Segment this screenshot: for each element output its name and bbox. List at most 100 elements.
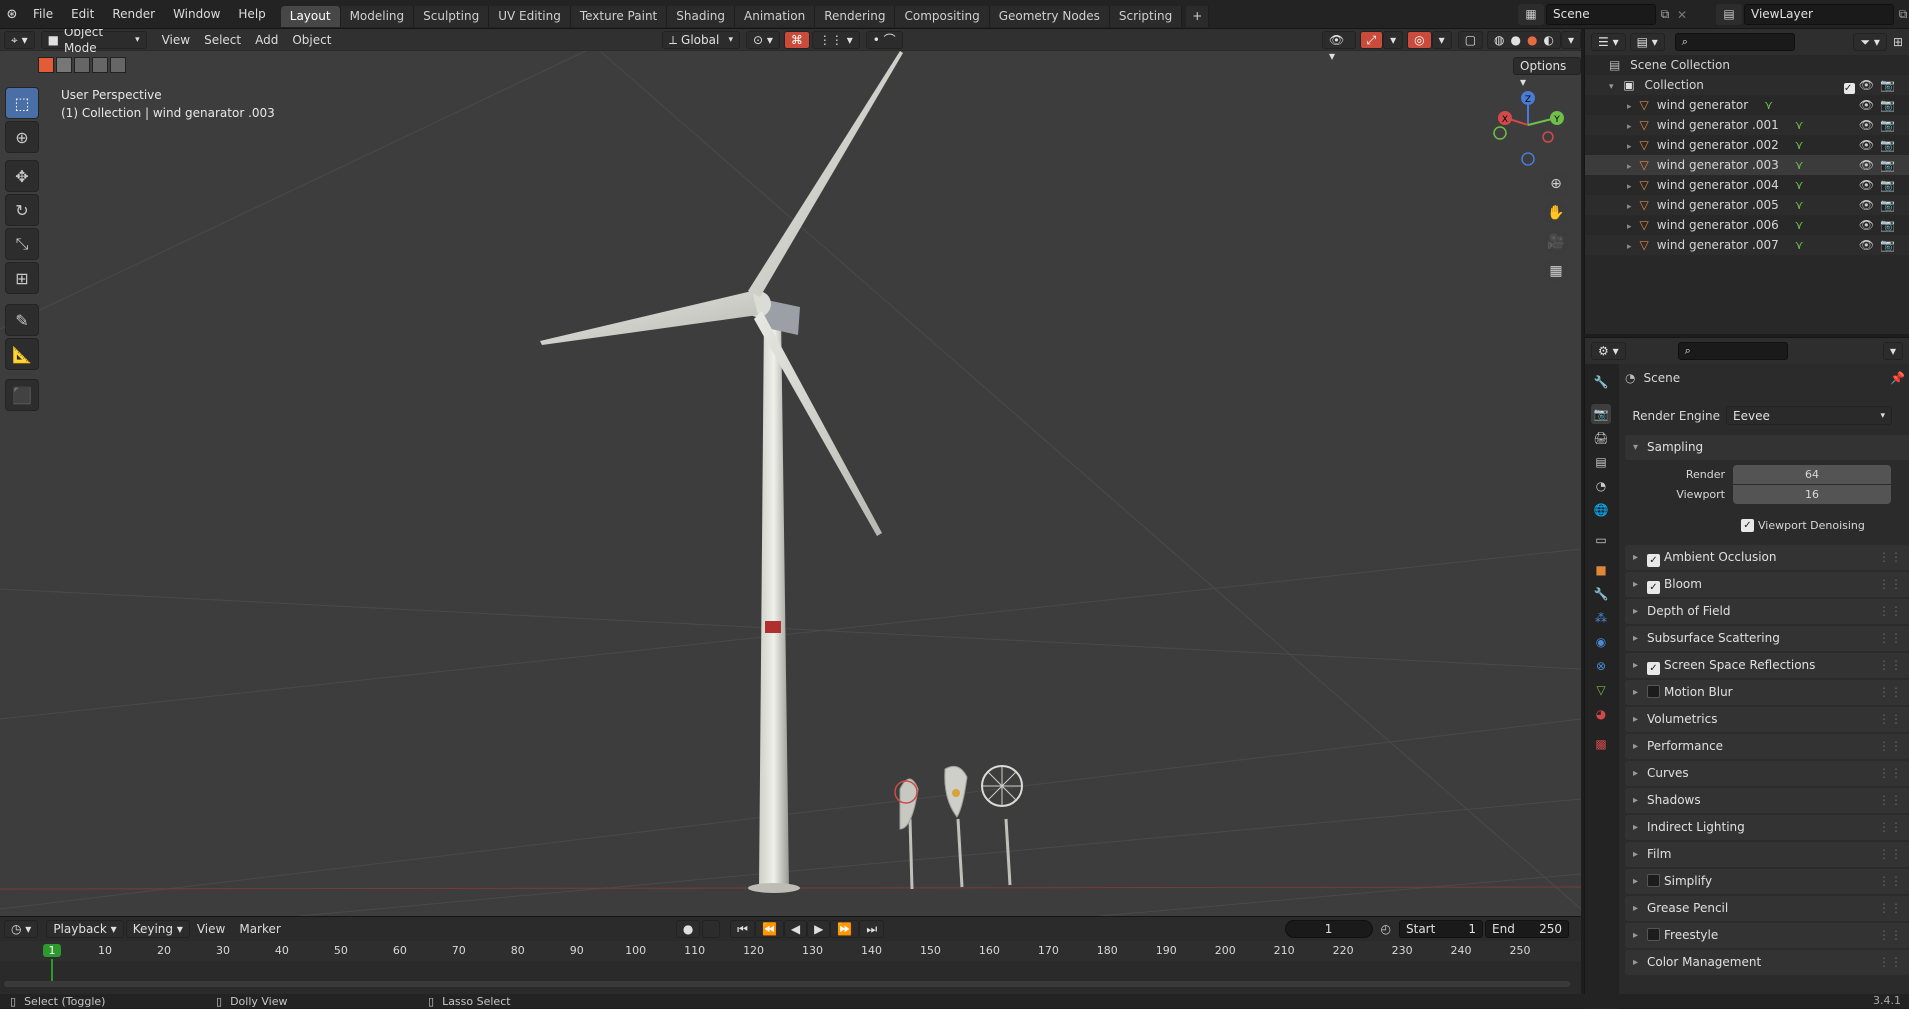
- tool-measure[interactable]: 📐: [5, 338, 39, 370]
- object-visibility-icons[interactable]: 👁📷: [1859, 135, 1901, 155]
- 3d-viewport[interactable]: ⌖ ▾ ■ Object Mode ▾ View Select Add Obje…: [0, 29, 1581, 916]
- panel-enable-checkbox[interactable]: ✓: [1647, 581, 1660, 594]
- auto-key-options-icon[interactable]: [702, 920, 721, 938]
- select-subtract-icon[interactable]: [74, 57, 90, 73]
- panel-freestyle[interactable]: ▸ Freestyle ⋮⋮: [1625, 923, 1909, 948]
- menu-object[interactable]: Object: [285, 31, 338, 49]
- outliner-search-input[interactable]: ⌕: [1674, 33, 1795, 51]
- mesh-data-icon[interactable]: ⋎: [1795, 198, 1804, 212]
- pin-icon[interactable]: 📌: [1890, 371, 1905, 385]
- blender-logo-icon[interactable]: ⊛: [0, 7, 24, 22]
- render-tab-icon[interactable]: 📷: [1591, 404, 1611, 424]
- next-keyframe-icon[interactable]: ⏩: [830, 920, 860, 938]
- view-layer-name-field[interactable]: ViewLayer: [1744, 4, 1894, 25]
- drag-handle-icon[interactable]: ⋮⋮: [1878, 896, 1902, 921]
- render-engine-dropdown[interactable]: Eevee ▾: [1726, 406, 1892, 425]
- outliner-scene-collection[interactable]: ▤ Scene Collection: [1585, 55, 1909, 75]
- playhead-line[interactable]: [51, 959, 53, 981]
- expand-chevron-icon[interactable]: ▸: [1627, 222, 1632, 232]
- filter-icon[interactable]: ⏷ ▾: [1853, 33, 1887, 51]
- outliner-object-row[interactable]: ▸ ▽ wind generator .001 ⋎ 👁📷: [1585, 115, 1909, 135]
- play-reverse-icon[interactable]: ◀: [783, 920, 808, 938]
- menu-window[interactable]: Window: [164, 0, 229, 29]
- drag-handle-icon[interactable]: ⋮⋮: [1878, 734, 1902, 759]
- timeline-scrollbar[interactable]: [4, 981, 1570, 987]
- object-visibility-icons[interactable]: 👁📷: [1859, 195, 1901, 215]
- shading-options-button[interactable]: ▾: [1560, 31, 1581, 49]
- menu-select[interactable]: Select: [197, 31, 248, 49]
- pivot-point-button[interactable]: ⊙ ▾: [746, 31, 780, 49]
- ortho-grid-icon[interactable]: ▦: [1543, 258, 1569, 284]
- tab-modeling[interactable]: Modeling: [340, 6, 415, 27]
- panel-depth-of-field[interactable]: ▸ Depth of Field ⋮⋮: [1625, 599, 1909, 624]
- panel-color-management[interactable]: ▸ Color Management ⋮⋮: [1625, 950, 1909, 975]
- output-tab-icon[interactable]: 🖨: [1591, 428, 1611, 448]
- select-new-icon[interactable]: [38, 57, 54, 73]
- gizmo-options-button[interactable]: ▾: [1383, 31, 1404, 49]
- overlay-options-button[interactable]: ▾: [1431, 31, 1452, 49]
- object-visibility-icons[interactable]: 👁📷: [1859, 215, 1901, 235]
- properties-editor-type-button[interactable]: ⚙ ▾: [1591, 342, 1626, 360]
- tab-layout[interactable]: Layout: [280, 6, 341, 27]
- sampling-panel-header[interactable]: ▾ Sampling: [1625, 435, 1909, 460]
- timeline-editor-type-button[interactable]: ◷ ▾: [4, 920, 39, 938]
- properties-search-input[interactable]: ⌕: [1677, 342, 1788, 360]
- camera-icon[interactable]: 🎥: [1543, 229, 1569, 255]
- copy-view-layer-icon[interactable]: ⧉: [1894, 7, 1909, 22]
- panel-ambient-occlusion[interactable]: ▸ ✓ Ambient Occlusion ⋮⋮: [1625, 545, 1909, 570]
- particles-tab-icon[interactable]: ⁂: [1591, 608, 1611, 628]
- navigation-gizmo[interactable]: Z X Y: [1490, 87, 1570, 167]
- new-collection-icon[interactable]: ⊞: [1893, 35, 1903, 49]
- panel-grease-pencil[interactable]: ▸ Grease Pencil ⋮⋮: [1625, 896, 1909, 921]
- view-layer-icon[interactable]: ▤: [1716, 4, 1742, 25]
- proportional-edit-button[interactable]: • ⌒: [865, 31, 903, 49]
- tab-uv-editing[interactable]: UV Editing: [489, 6, 571, 27]
- xray-button[interactable]: ▢: [1457, 31, 1484, 49]
- display-mode-button[interactable]: ▤ ▾: [1629, 33, 1665, 51]
- current-frame-field[interactable]: 1: [1284, 920, 1373, 938]
- panel-shadows[interactable]: ▸ Shadows ⋮⋮: [1625, 788, 1909, 813]
- close-scene-icon[interactable]: ✕: [1674, 8, 1690, 22]
- object-tab-icon[interactable]: ■: [1591, 560, 1611, 580]
- menu-file[interactable]: File: [24, 0, 62, 29]
- panel-indirect-lighting[interactable]: ▸ Indirect Lighting ⋮⋮: [1625, 815, 1909, 840]
- outliner-object-row[interactable]: ▸ ▽ wind generator .004 ⋎ 👁📷: [1585, 175, 1909, 195]
- collection-tab-icon[interactable]: ▭: [1591, 530, 1611, 550]
- tab-shading[interactable]: Shading: [667, 6, 735, 27]
- panel-screen-space-reflections[interactable]: ▸ ✓ Screen Space Reflections ⋮⋮: [1625, 653, 1909, 678]
- prev-keyframe-icon[interactable]: ⏪: [754, 920, 784, 938]
- expand-chevron-icon[interactable]: ▸: [1627, 242, 1632, 252]
- drag-handle-icon[interactable]: ⋮⋮: [1878, 950, 1902, 975]
- select-invert-icon[interactable]: [92, 57, 108, 73]
- options-dropdown[interactable]: Options ▾: [1513, 57, 1581, 89]
- overlay-toggle-button[interactable]: ◎: [1407, 31, 1432, 49]
- add-workspace-button[interactable]: +: [1186, 6, 1210, 27]
- outliner-object-row[interactable]: ▸ ▽ wind generator .002 ⋎ 👁📷: [1585, 135, 1909, 155]
- mesh-data-icon[interactable]: ⋎: [1795, 138, 1804, 152]
- pan-hand-icon[interactable]: ✋: [1543, 200, 1569, 226]
- mesh-data-icon[interactable]: ⋎: [1795, 238, 1804, 252]
- tab-rendering[interactable]: Rendering: [815, 6, 896, 27]
- mode-dropdown[interactable]: ■ Object Mode ▾: [40, 29, 147, 55]
- outliner-object-row[interactable]: ▸ ▽ wind generator ⋎ 👁📷: [1585, 95, 1909, 115]
- mesh-data-icon[interactable]: ⋎: [1795, 218, 1804, 232]
- expand-chevron-icon[interactable]: ▸: [1627, 102, 1632, 112]
- snap-toggle-button[interactable]: ⌘: [783, 31, 810, 49]
- panel-enable-checkbox[interactable]: [1647, 874, 1660, 887]
- object-visibility-icons[interactable]: 👁📷: [1859, 95, 1901, 115]
- menu-add[interactable]: Add: [248, 31, 285, 49]
- viewport-denoising-checkbox[interactable]: ✓: [1741, 519, 1754, 532]
- clock-icon[interactable]: ◴: [1381, 922, 1391, 936]
- mesh-data-icon[interactable]: ⋎: [1795, 158, 1804, 172]
- drag-handle-icon[interactable]: ⋮⋮: [1878, 815, 1902, 840]
- panel-motion-blur[interactable]: ▸ Motion Blur ⋮⋮: [1625, 680, 1909, 705]
- scene-icon[interactable]: ▦: [1518, 4, 1544, 25]
- panel-subsurface-scattering[interactable]: ▸ Subsurface Scattering ⋮⋮: [1625, 626, 1909, 651]
- outliner-object-row[interactable]: ▸ ▽ wind generator .007 ⋎ 👁📷: [1585, 235, 1909, 255]
- visibility-button[interactable]: 👁 ▾: [1322, 31, 1356, 63]
- drag-handle-icon[interactable]: ⋮⋮: [1878, 653, 1902, 678]
- object-visibility-icons[interactable]: 👁📷: [1859, 155, 1901, 175]
- timeline-menu-view[interactable]: View: [190, 920, 232, 938]
- wireframe-shading-icon[interactable]: ◍: [1494, 32, 1504, 48]
- tool-annotate[interactable]: ✎: [5, 304, 39, 336]
